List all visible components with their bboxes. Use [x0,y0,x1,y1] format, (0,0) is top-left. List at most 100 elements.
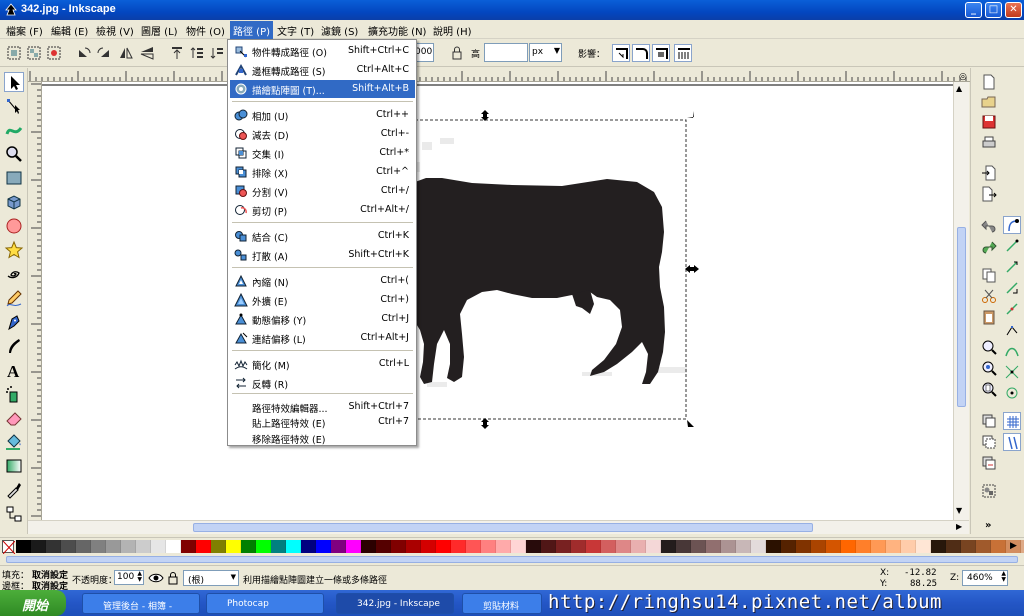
menu-item[interactable]: 分割 (V) Ctrl+/ [230,182,415,200]
color-swatch[interactable] [181,540,196,553]
select-all-layers-icon[interactable] [25,44,43,62]
menu-item[interactable]: 邊框轉成路徑 (S) Ctrl+Alt+C [230,61,415,79]
menu-item[interactable]: 物件轉成路徑 (O) Shift+Ctrl+C [230,42,415,60]
color-swatch[interactable] [706,540,721,553]
cut-icon[interactable] [980,287,998,305]
start-button[interactable]: 開始 [0,590,66,616]
palette-menu-icon[interactable]: ▶ [1010,541,1017,551]
color-swatch[interactable] [166,540,181,553]
color-swatch[interactable] [511,540,526,553]
snap-toggle-icon[interactable] [1003,216,1021,234]
menu-view[interactable]: 檢視 (V) [96,23,134,38]
menu-item[interactable]: 剪切 (P) Ctrl+Alt+/ [230,201,415,219]
rectangle-tool-icon[interactable] [4,168,24,188]
task-photocap[interactable]: Photocap [206,593,324,614]
vertical-scroll-thumb[interactable] [957,227,966,407]
group-icon[interactable] [980,482,998,500]
move-gradient-icon[interactable] [652,44,670,62]
menu-file[interactable]: 檔案 (F) [6,23,43,38]
color-swatch[interactable] [226,540,241,553]
export-icon[interactable] [980,185,998,203]
snap-bbox-corner-icon[interactable] [1003,279,1021,297]
snap-nodes-icon[interactable] [1003,321,1021,339]
color-swatch[interactable] [946,540,961,553]
color-swatch[interactable] [466,540,481,553]
star-tool-icon[interactable] [4,240,24,260]
save-icon[interactable] [980,113,998,131]
minimize-button[interactable]: _ [965,2,982,18]
color-swatch[interactable] [346,540,361,553]
import-icon[interactable] [980,164,998,182]
color-swatch[interactable] [406,540,421,553]
color-swatch[interactable] [151,540,166,553]
color-swatch[interactable] [571,540,586,553]
color-swatch[interactable] [241,540,256,553]
menu-item[interactable]: 相加 (U) Ctrl++ [230,106,415,124]
color-swatch[interactable] [901,540,916,553]
redo-icon[interactable] [980,237,998,255]
3d-box-tool-icon[interactable] [4,192,24,212]
color-swatch[interactable] [106,540,121,553]
snap-centers-icon[interactable] [1003,384,1021,402]
raise-to-top-icon[interactable] [168,44,186,62]
menu-item[interactable]: 連結偏移 (L) Ctrl+Alt+J [230,329,415,347]
zoom-field[interactable]: 460% ▲ ▼ [962,570,1008,586]
paint-bucket-tool-icon[interactable] [4,432,24,452]
horizontal-scroll-thumb[interactable] [193,523,813,532]
scale-stroke-icon[interactable] [612,44,630,62]
selector-tool-icon[interactable] [4,72,24,92]
color-swatch[interactable] [61,540,76,553]
color-swatch[interactable] [211,540,226,553]
color-swatch[interactable] [601,540,616,553]
snap-bbox-icon[interactable] [1003,237,1021,255]
spiral-tool-icon[interactable] [4,264,24,284]
cow-bitmap-image[interactable] [415,178,665,384]
menu-filters[interactable]: 濾鏡 (S) [321,23,358,38]
palette-scrollbar[interactable] [0,554,1024,565]
color-swatch[interactable] [76,540,91,553]
menu-text[interactable]: 文字 (T) [277,23,314,38]
pen-tool-icon[interactable] [4,312,24,332]
color-swatch[interactable] [481,540,496,553]
color-swatch[interactable] [721,540,736,553]
menu-item[interactable]: 交集 (I) Ctrl+* [230,144,415,162]
color-swatch[interactable] [256,540,271,553]
task-clip-material[interactable]: 剪貼材料 [462,593,542,614]
opacity-field[interactable]: 100 ▲ ▼ [114,570,144,585]
deselect-icon[interactable] [45,44,63,62]
duplicate-icon[interactable] [980,412,998,430]
color-swatch[interactable] [856,540,871,553]
color-swatch[interactable] [301,540,316,553]
palette-scroll-thumb[interactable] [6,556,1018,563]
move-pattern-icon[interactable] [674,44,692,62]
menu-layer[interactable]: 圖層 (L) [141,23,178,38]
color-swatch[interactable] [841,540,856,553]
rotate-ccw-icon[interactable] [75,44,93,62]
color-swatch[interactable] [136,540,151,553]
raise-icon[interactable] [188,44,206,62]
connector-tool-icon[interactable] [4,504,24,524]
menu-edit[interactable]: 編輯 (E) [51,23,88,38]
menu-item[interactable]: 排除 (X) Ctrl+^ [230,163,415,181]
print-icon[interactable] [980,134,998,152]
new-document-icon[interactable] [980,73,998,91]
snap-midpoint-icon[interactable] [1003,300,1021,318]
color-swatch[interactable] [751,540,766,553]
layer-lock-icon[interactable] [167,571,179,585]
zoom-drawing-icon[interactable] [980,359,998,377]
zoom-selection-icon[interactable] [980,338,998,356]
menu-item[interactable]: 內縮 (N) Ctrl+( [230,272,415,290]
horizontal-scrollbar[interactable]: ▶ [28,520,969,534]
color-swatch[interactable] [766,540,781,553]
color-swatch[interactable] [121,540,136,553]
rotate-cw-icon[interactable] [95,44,113,62]
color-swatch[interactable] [796,540,811,553]
color-swatch[interactable] [676,540,691,553]
scale-radius-icon[interactable] [632,44,650,62]
pencil-tool-icon[interactable] [4,288,24,308]
color-swatch[interactable] [931,540,946,553]
task-admin[interactable]: 管理後台 - 相簿 - [82,593,200,614]
scroll-up-arrow-icon[interactable]: ▲ [956,84,962,93]
color-swatch[interactable] [781,540,796,553]
color-swatch[interactable] [451,540,466,553]
